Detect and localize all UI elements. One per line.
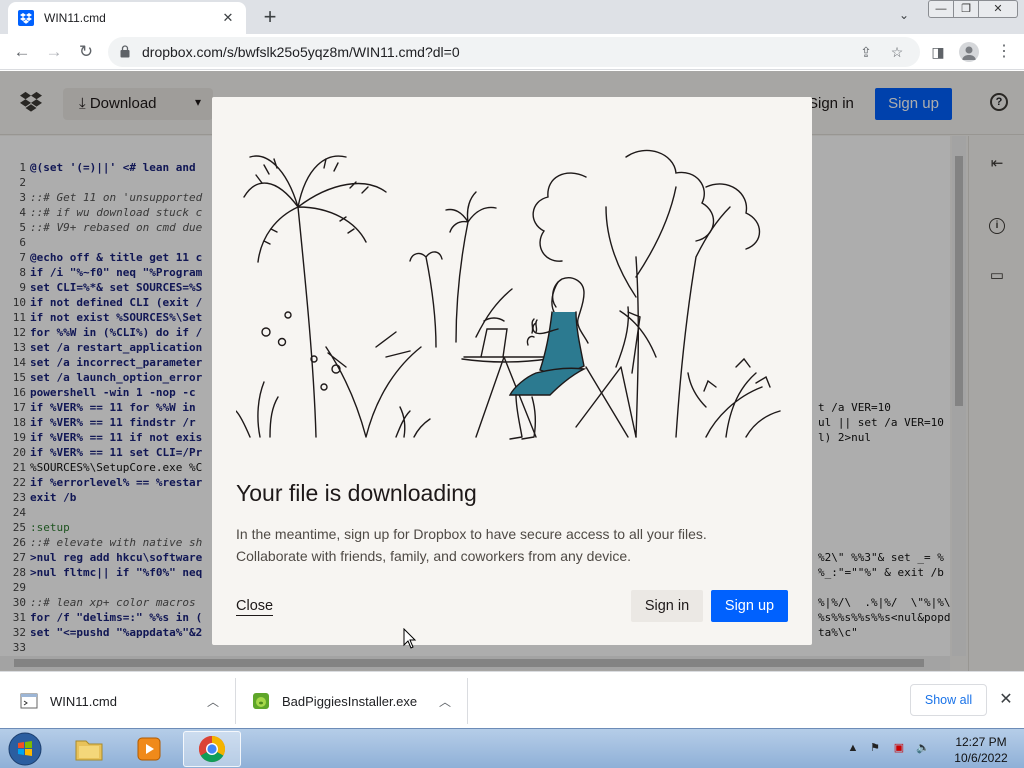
windows-start-button-icon[interactable] [5,730,45,768]
bookmark-star-icon[interactable]: ☆ [888,43,906,61]
new-tab-button[interactable]: + [258,6,282,30]
mouse-cursor-icon [403,628,417,649]
bad-piggies-app-icon [253,693,269,709]
modal-sign-in-button[interactable]: Sign in [631,590,703,622]
reload-icon[interactable]: ↻ [74,40,98,64]
forward-arrow-icon[interactable]: → [42,40,66,64]
media-player-icon [137,737,161,761]
tab-title: WIN11.cmd [44,11,106,25]
download-shelf: WIN11.cmd ︿ BadPiggiesInstaller.exe ︿ Sh… [0,671,1024,728]
back-arrow-icon[interactable]: ← [10,40,34,64]
download-modal: Your file is downloading In the meantime… [212,97,812,645]
dropbox-favicon-icon [18,10,34,26]
woman-reading-in-garden-illustration [236,149,781,440]
download-filename: BadPiggiesInstaller.exe [282,693,418,709]
windows-taskbar: ▲ ⚑ ▣ 🔈 12:27 PM 10/6/2022 [0,728,1024,768]
download-filename: WIN11.cmd [50,693,117,709]
show-hidden-icons-icon[interactable]: ▲ [846,741,860,755]
window-close-button[interactable]: ✕ [978,0,1018,18]
taskbar-explorer-app[interactable] [60,731,118,767]
share-icon[interactable]: ⇪ [857,43,875,61]
window-minimize-button[interactable]: — [928,0,954,18]
system-tray: ▲ ⚑ ▣ 🔈 12:27 PM 10/6/2022 [840,729,1024,768]
modal-body-line: In the meantime, sign up for Dropbox to … [236,526,707,542]
tab-strip: WIN11.cmd ✕ + ⌄ — ❐ ✕ [0,0,1024,34]
modal-sign-up-button[interactable]: Sign up [711,590,788,622]
folder-icon [75,740,103,761]
download-item[interactable]: BadPiggiesInstaller.exe ︿ [252,678,468,724]
address-bar[interactable]: dropbox.com/s/bwfslk25o5yqz8m/WIN11.cmd?… [108,37,920,67]
clock-time: 12:27 PM [955,735,1007,749]
chevron-up-icon[interactable]: ︿ [435,693,455,710]
taskbar-media-player-app[interactable] [120,731,178,767]
browser-menu-icon[interactable]: ⋮ [996,41,1012,63]
url-text[interactable]: dropbox.com/s/bwfslk25o5yqz8m/WIN11.cmd?… [142,44,460,60]
window-maximize-button[interactable]: ❐ [953,0,979,18]
browser-toolbar: ← → ↻ dropbox.com/s/bwfslk25o5yqz8m/WIN1… [0,34,1024,70]
download-item[interactable]: WIN11.cmd ︿ [20,678,236,724]
modal-body-line: Collaborate with friends, family, and co… [236,548,632,564]
modal-body: In the meantime, sign up for Dropbox to … [236,523,776,567]
chevron-up-icon[interactable]: ︿ [203,693,223,710]
cmd-file-icon [20,693,38,709]
taskbar-clock[interactable]: 12:27 PM 10/6/2022 [946,734,1016,766]
chrome-icon [198,735,226,763]
profile-avatar-icon[interactable] [959,42,979,62]
tab-win11-cmd[interactable]: WIN11.cmd ✕ [8,2,246,34]
show-all-downloads-button[interactable]: Show all [910,684,987,716]
tab-close-icon[interactable]: ✕ [220,10,236,26]
tab-search-icon[interactable]: ⌄ [894,8,914,26]
action-center-icon[interactable]: ⚑ [868,741,882,755]
side-panel-icon[interactable]: ◨ [926,40,950,64]
modal-close-link[interactable]: Close [236,598,274,616]
taskbar-chrome-app[interactable] [183,731,241,767]
clock-date: 10/6/2022 [954,751,1008,765]
modal-title: Your file is downloading [236,480,477,506]
volume-icon[interactable]: 🔈 [916,741,930,755]
close-shelf-icon[interactable]: ✕ [996,690,1016,710]
network-icon[interactable]: ▣ [892,741,906,755]
lock-icon [120,45,130,58]
